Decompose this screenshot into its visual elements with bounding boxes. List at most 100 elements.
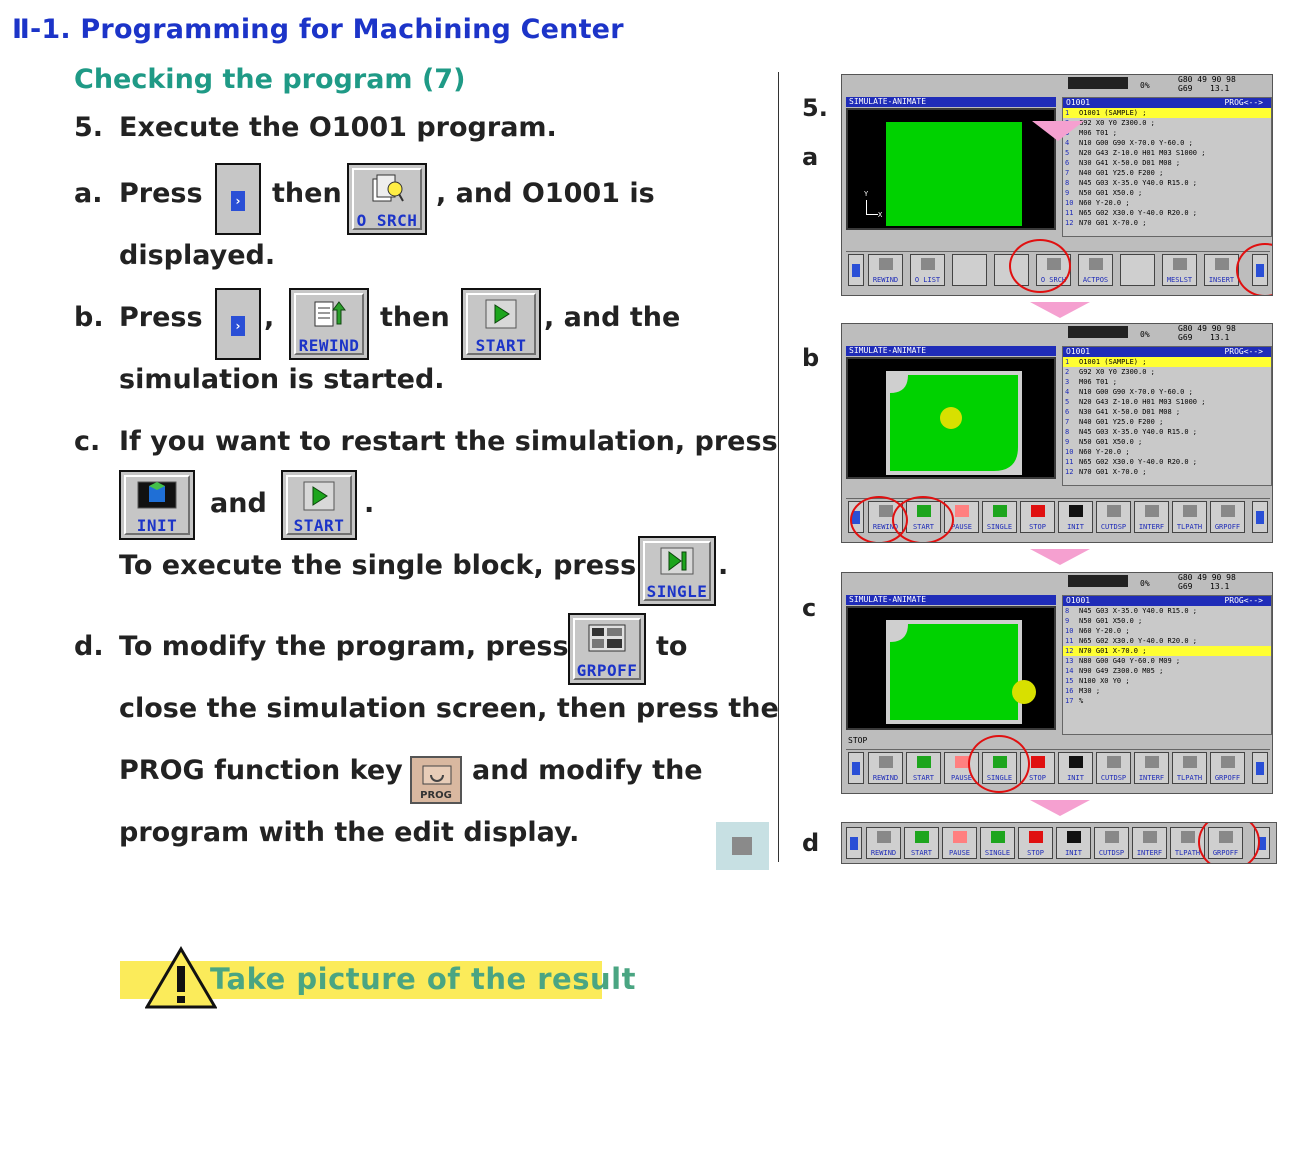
init-softkey[interactable]: INIT: [119, 470, 195, 540]
program-line: 12 N70 G01 X-70.0 ;: [1063, 646, 1271, 656]
softkey-insert[interactable]: INSERT: [1204, 254, 1239, 286]
softkey-tlpath[interactable]: TLPATH: [1172, 501, 1207, 533]
program-line: 11 N65 G02 X30.0 Y-40.0 R20.0 ;: [1063, 208, 1271, 218]
line-number: 2: [1065, 368, 1070, 376]
rewind-icon: [314, 301, 346, 327]
softkey-start[interactable]: START: [906, 752, 941, 784]
line-code: N60 Y-20.0 ;: [1079, 627, 1130, 635]
program-line: 8 N45 G03 X-35.0 Y40.0 R15.0 ;: [1063, 427, 1271, 437]
softkey-icon: [991, 831, 1005, 843]
program-title: O1001: [1066, 98, 1091, 107]
softkey-icon: [1183, 505, 1197, 517]
line-code: N80 G00 G40 Y-60.0 M09 ;: [1079, 657, 1181, 665]
page-title: Ⅱ-1. Programming for Machining Center: [12, 14, 624, 45]
program-line: 9 N50 G01 X50.0 ;: [1063, 616, 1271, 626]
softkey-tlpath[interactable]: TLPATH: [1172, 752, 1207, 784]
graphic-off-icon: [588, 624, 626, 652]
softkey-label: TLPATH: [1176, 523, 1203, 531]
softkey-icon: [1107, 756, 1121, 768]
item-c-period: .: [364, 488, 375, 519]
column-divider: [778, 72, 779, 862]
highlight-circle: [968, 735, 1030, 793]
softkey-init[interactable]: INIT: [1058, 752, 1093, 784]
line-code: N60 Y-20.0 ;: [1079, 448, 1130, 456]
softkey-icon: [1105, 831, 1119, 843]
rewind-softkey[interactable]: REWIND: [289, 288, 369, 360]
next-page-key[interactable]: [1252, 752, 1268, 784]
softkey-blank[interactable]: [1120, 254, 1155, 286]
softkey-stop[interactable]: STOP: [1020, 501, 1055, 533]
line-number: 8: [1065, 428, 1070, 436]
item-a-then: then: [272, 178, 342, 209]
softkey-rewind[interactable]: REWIND: [868, 254, 903, 286]
osrch-label: O SRCH: [356, 211, 418, 230]
softkey-interf[interactable]: INTERF: [1134, 501, 1169, 533]
line-number: 9: [1065, 617, 1070, 625]
next-page-key[interactable]: ›: [215, 163, 261, 235]
softkey-o-list[interactable]: O LIST: [910, 254, 945, 286]
line-number: 15: [1065, 677, 1074, 685]
line-code: O1001 (SAMPLE) ;: [1079, 109, 1147, 117]
line-code: N40 G01 Y25.0 F200 ;: [1079, 169, 1164, 177]
start-softkey[interactable]: START: [281, 470, 357, 540]
softkey-cutdsp[interactable]: CUTDSP: [1096, 501, 1131, 533]
softkey-label: TLPATH: [1176, 774, 1203, 782]
line-code: %: [1079, 697, 1084, 705]
softkey-actpos[interactable]: ACTPOS: [1078, 254, 1113, 286]
line-number: 11: [1065, 458, 1074, 466]
prev-page-key[interactable]: [848, 752, 864, 784]
prog-function-key[interactable]: PROG: [410, 756, 462, 804]
grpoff-softkey[interactable]: GRPOFF: [568, 613, 646, 685]
start-softkey[interactable]: START: [461, 288, 541, 360]
status-strip: 0% G80 49 90 98 G69 13.1: [842, 75, 1272, 97]
step-number: 5.: [74, 112, 104, 143]
softkey-rewind[interactable]: REWIND: [866, 827, 901, 859]
gcode-value: 13.1: [1210, 333, 1230, 342]
prog-tag: PROG<-->: [1224, 596, 1263, 605]
softkey-rewind[interactable]: REWIND: [868, 752, 903, 784]
softkey-stop[interactable]: STOP: [1018, 827, 1053, 859]
softkey-label: GRPOFF: [1214, 523, 1241, 531]
single-label: SINGLE: [646, 582, 708, 601]
cnc-softkey-strip-d: REWIND START PAUSE SINGLE STOP INIT CUTDSP INTE…: [841, 822, 1277, 864]
softkey-icon: [917, 756, 931, 768]
line-number: 5: [1065, 149, 1070, 157]
line-code: M30 ;: [1079, 687, 1101, 695]
softkey-start[interactable]: START: [904, 827, 939, 859]
softkey-icon: [1031, 505, 1045, 517]
grpoff-label: GRPOFF: [576, 661, 638, 680]
line-code: M06 T01 ;: [1079, 129, 1117, 137]
softkey-blank[interactable]: [952, 254, 987, 286]
softkey-meslst[interactable]: MESLST: [1162, 254, 1197, 286]
softkey-single[interactable]: SINGLE: [980, 827, 1015, 859]
softkey-init[interactable]: INIT: [1058, 501, 1093, 533]
softkey-interf[interactable]: INTERF: [1132, 827, 1167, 859]
softkey-icon: [1145, 505, 1159, 517]
line-code: N70 G01 X-70.0 ;: [1079, 647, 1147, 655]
next-page-key[interactable]: [1252, 501, 1268, 533]
softkey-cutdsp[interactable]: CUTDSP: [1094, 827, 1129, 859]
softkey-grpoff[interactable]: GRPOFF: [1210, 501, 1245, 533]
softkey-init[interactable]: INIT: [1056, 827, 1091, 859]
osrch-softkey[interactable]: O SRCH: [347, 163, 427, 235]
softkey-grpoff[interactable]: GRPOFF: [1210, 752, 1245, 784]
line-code: M06 T01 ;: [1079, 378, 1117, 386]
line-code: N65 G02 X30.0 Y-40.0 R20.0 ;: [1079, 209, 1198, 217]
next-page-key[interactable]: ›: [215, 288, 261, 360]
softkey-icon: [1221, 756, 1235, 768]
program-line: 5 N20 G43 Z-10.0 H01 M03 S1000 ;: [1063, 148, 1271, 158]
softkey-interf[interactable]: INTERF: [1134, 752, 1169, 784]
program-line: 13 N80 G00 G40 Y-60.0 M09 ;: [1063, 656, 1271, 666]
simulation-viewport: [846, 357, 1056, 479]
single-softkey[interactable]: SINGLE: [638, 536, 716, 606]
softkey-pause[interactable]: PAUSE: [942, 827, 977, 859]
cnc-screen-b: 0% G80 49 90 98 G69 13.1 SIMULATE-ANIMAT…: [841, 323, 1273, 543]
item-c-single-period: .: [718, 550, 729, 581]
item-c-text: If you want to restart the simulation, p…: [119, 426, 778, 457]
softkey-single[interactable]: SINGLE: [982, 501, 1017, 533]
prev-page-key[interactable]: [848, 254, 864, 286]
prev-page-key[interactable]: [846, 827, 862, 859]
item-d-line4: program with the edit display.: [119, 817, 580, 848]
end-marker: [716, 822, 769, 870]
softkey-cutdsp[interactable]: CUTDSP: [1096, 752, 1131, 784]
